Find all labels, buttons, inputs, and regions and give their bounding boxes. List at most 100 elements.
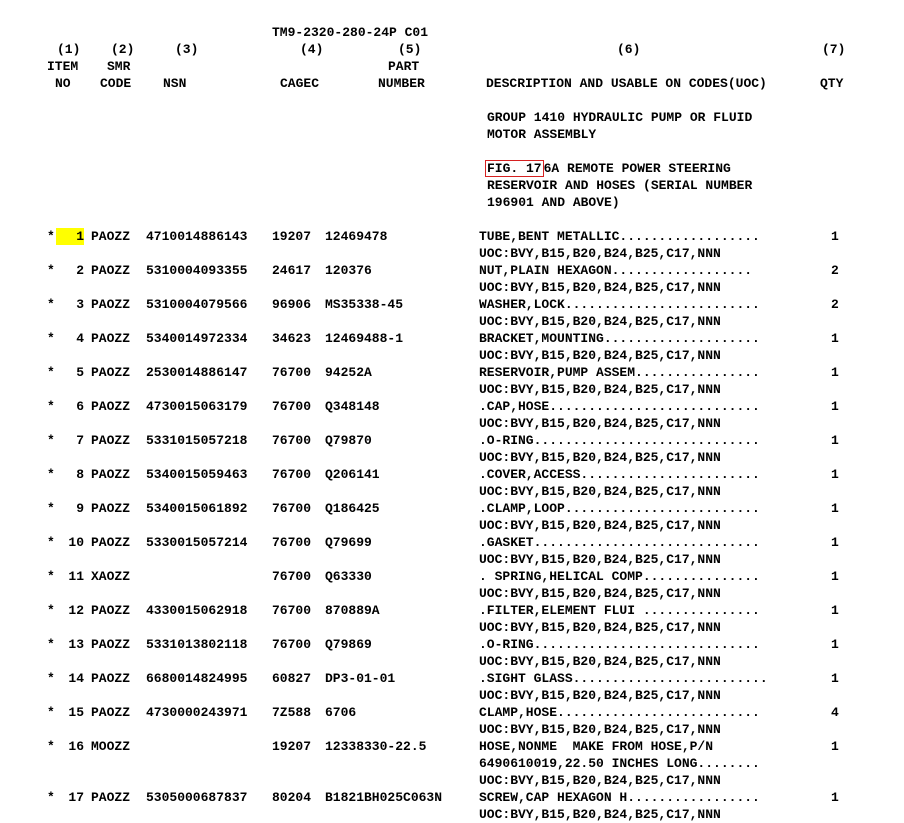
description-line: .CAP,HOSE........................... — [479, 399, 760, 414]
description-line: .COVER,ACCESS....................... — [479, 467, 760, 482]
description-line: 6490610019,22.50 INCHES LONG........ — [479, 756, 760, 771]
nsn: 5340015061892 — [146, 501, 248, 516]
cage-code: 76700 — [272, 569, 312, 584]
figure-caption-line-3: 196901 AND ABOVE) — [487, 195, 620, 210]
usable-on-codes: UOC:BVY,B15,B20,B24,B25,C17,NNN — [479, 807, 721, 822]
cage-code: 60827 — [272, 671, 312, 686]
usable-on-codes: UOC:BVY,B15,B20,B24,B25,C17,NNN — [479, 654, 721, 669]
nsn: 5310004093355 — [146, 263, 248, 278]
col5-header-part: PART — [388, 59, 420, 74]
cage-code: 76700 — [272, 603, 312, 618]
usable-on-codes: UOC:BVY,B15,B20,B24,B25,C17,NNN — [479, 484, 721, 499]
item-number: 2 — [76, 263, 84, 278]
usable-on-codes: UOC:BVY,B15,B20,B24,B25,C17,NNN — [479, 518, 721, 533]
col2-header-smr: SMR — [107, 59, 131, 74]
item-number: 17 — [68, 790, 84, 805]
quantity: 2 — [831, 297, 839, 312]
col6-header-description: DESCRIPTION AND USABLE ON CODES(UOC) — [486, 76, 767, 91]
item-star: * — [47, 671, 55, 686]
figure-caption-line-1: FIG. 17 6A REMOTE POWER STEERING — [485, 160, 731, 177]
smr-code: PAOZZ — [91, 671, 131, 686]
col5-number: (5) — [398, 42, 422, 57]
nsn: 5340015059463 — [146, 467, 248, 482]
part-number: B1821BH025C063N — [325, 790, 443, 805]
part-number: Q79869 — [325, 637, 372, 652]
cage-code: 34623 — [272, 331, 312, 346]
item-number: 5 — [76, 365, 84, 380]
usable-on-codes: UOC:BVY,B15,B20,B24,B25,C17,NNN — [479, 314, 721, 329]
smr-code: PAOZZ — [91, 331, 131, 346]
usable-on-codes: UOC:BVY,B15,B20,B24,B25,C17,NNN — [479, 450, 721, 465]
smr-code: MOOZZ — [91, 739, 131, 754]
smr-code: PAOZZ — [91, 365, 131, 380]
col7-header-qty: QTY — [820, 76, 844, 91]
description-line: BRACKET,MOUNTING.................... — [479, 331, 760, 346]
item-star: * — [47, 229, 55, 244]
description-line: SCREW,CAP HEXAGON H................. — [479, 790, 760, 805]
smr-code: PAOZZ — [91, 790, 131, 805]
item-star: * — [47, 433, 55, 448]
nsn: 5330015057214 — [146, 535, 248, 550]
cage-code: 76700 — [272, 399, 312, 414]
smr-code: PAOZZ — [91, 637, 131, 652]
item-number: 11 — [68, 569, 84, 584]
item-number: 8 — [76, 467, 84, 482]
part-number: Q206141 — [325, 467, 380, 482]
col4-header-cagec: CAGEC — [280, 76, 320, 91]
part-number: Q348148 — [325, 399, 380, 414]
item-star: * — [47, 297, 55, 312]
part-number: Q79870 — [325, 433, 372, 448]
figure-caption-line-2: RESERVOIR AND HOSES (SERIAL NUMBER — [487, 178, 753, 193]
cage-code: 24617 — [272, 263, 312, 278]
col5-header-number: NUMBER — [378, 76, 425, 91]
smr-code: PAOZZ — [91, 433, 131, 448]
usable-on-codes: UOC:BVY,B15,B20,B24,B25,C17,NNN — [479, 773, 721, 788]
quantity: 1 — [831, 365, 839, 380]
nsn: 4730015063179 — [146, 399, 248, 414]
nsn: 5305000687837 — [146, 790, 248, 805]
quantity: 1 — [831, 535, 839, 550]
item-number: 12 — [68, 603, 84, 618]
cage-code: 96906 — [272, 297, 312, 312]
cage-code: 76700 — [272, 365, 312, 380]
description-line: RESERVOIR,PUMP ASSEM................ — [479, 365, 760, 380]
cage-code: 76700 — [272, 467, 312, 482]
smr-code: PAOZZ — [91, 705, 131, 720]
cage-code: 80204 — [272, 790, 312, 805]
part-number: 12469478 — [325, 229, 388, 244]
nsn: 5331013802118 — [146, 637, 248, 652]
item-star: * — [47, 705, 55, 720]
item-star: * — [47, 790, 55, 805]
col4-number: (4) — [300, 42, 324, 57]
col1-number: (1) — [57, 42, 81, 57]
part-number: Q186425 — [325, 501, 380, 516]
usable-on-codes: UOC:BVY,B15,B20,B24,B25,C17,NNN — [479, 246, 721, 261]
quantity: 4 — [831, 705, 839, 720]
item-star: * — [47, 637, 55, 652]
nsn: 2530014886147 — [146, 365, 248, 380]
smr-code: PAOZZ — [91, 399, 131, 414]
item-star: * — [47, 263, 55, 278]
quantity: 1 — [831, 229, 839, 244]
col3-header-nsn: NSN — [163, 76, 187, 91]
item-number: 15 — [68, 705, 84, 720]
description-line: .CLAMP,LOOP......................... — [479, 501, 760, 516]
usable-on-codes: UOC:BVY,B15,B20,B24,B25,C17,NNN — [479, 416, 721, 431]
item-number: 7 — [76, 433, 84, 448]
cage-code: 76700 — [272, 637, 312, 652]
part-number: Q63330 — [325, 569, 372, 584]
item-number: 3 — [76, 297, 84, 312]
part-number: 94252A — [325, 365, 372, 380]
usable-on-codes: UOC:BVY,B15,B20,B24,B25,C17,NNN — [479, 552, 721, 567]
document-title: TM9-2320-280-24P C01 — [272, 25, 429, 40]
quantity: 1 — [831, 637, 839, 652]
quantity: 1 — [831, 790, 839, 805]
quantity: 1 — [831, 501, 839, 516]
nsn: 4710014886143 — [146, 229, 248, 244]
item-star: * — [47, 603, 55, 618]
col2-header-code: CODE — [100, 76, 132, 91]
description-line: .O-RING............................. — [479, 637, 760, 652]
col2-number: (2) — [111, 42, 135, 57]
col1-header-item: ITEM — [47, 59, 79, 74]
item-number: 13 — [68, 637, 84, 652]
